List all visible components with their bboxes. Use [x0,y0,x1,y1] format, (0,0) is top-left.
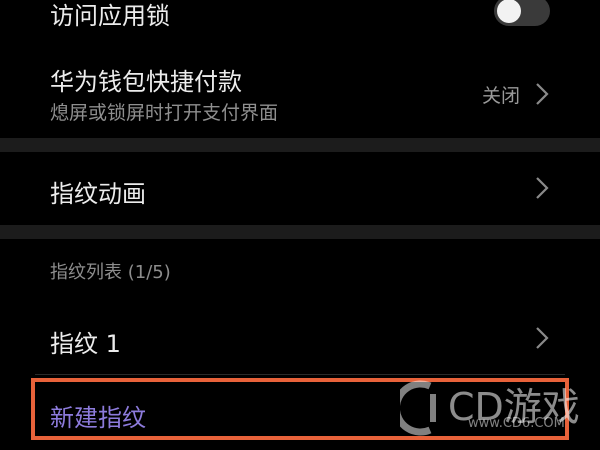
app-lock-label: 访问应用锁 [50,2,170,30]
app-lock-toggle[interactable] [494,0,550,26]
app-lock-row[interactable]: 访问应用锁 [0,0,600,36]
wallet-quick-pay-title: 华为钱包快捷付款 [50,68,242,96]
fingerprint-item-1[interactable]: 指纹 1 [0,306,600,370]
watermark-url: www.CD6.COM [468,416,565,431]
wallet-quick-pay-row[interactable]: 华为钱包快捷付款 熄屏或锁屏时打开支付界面 关闭 [0,40,600,136]
fingerprint-item-label: 指纹 1 [50,330,121,358]
row-divider [35,374,565,375]
section-separator [0,225,600,239]
wallet-quick-pay-subtitle: 熄屏或锁屏时打开支付界面 [50,102,279,124]
chevron-right-icon [536,83,549,105]
wallet-quick-pay-value: 关闭 [482,85,521,107]
section-separator [0,138,600,152]
chevron-right-icon [536,327,549,349]
fingerprint-list-header: 指纹列表 (1/5) [50,262,171,283]
toggle-knob [497,0,521,23]
fingerprint-animation-row[interactable]: 指纹动画 [0,152,600,226]
chevron-right-icon [536,177,549,199]
fingerprint-animation-label: 指纹动画 [50,180,146,208]
